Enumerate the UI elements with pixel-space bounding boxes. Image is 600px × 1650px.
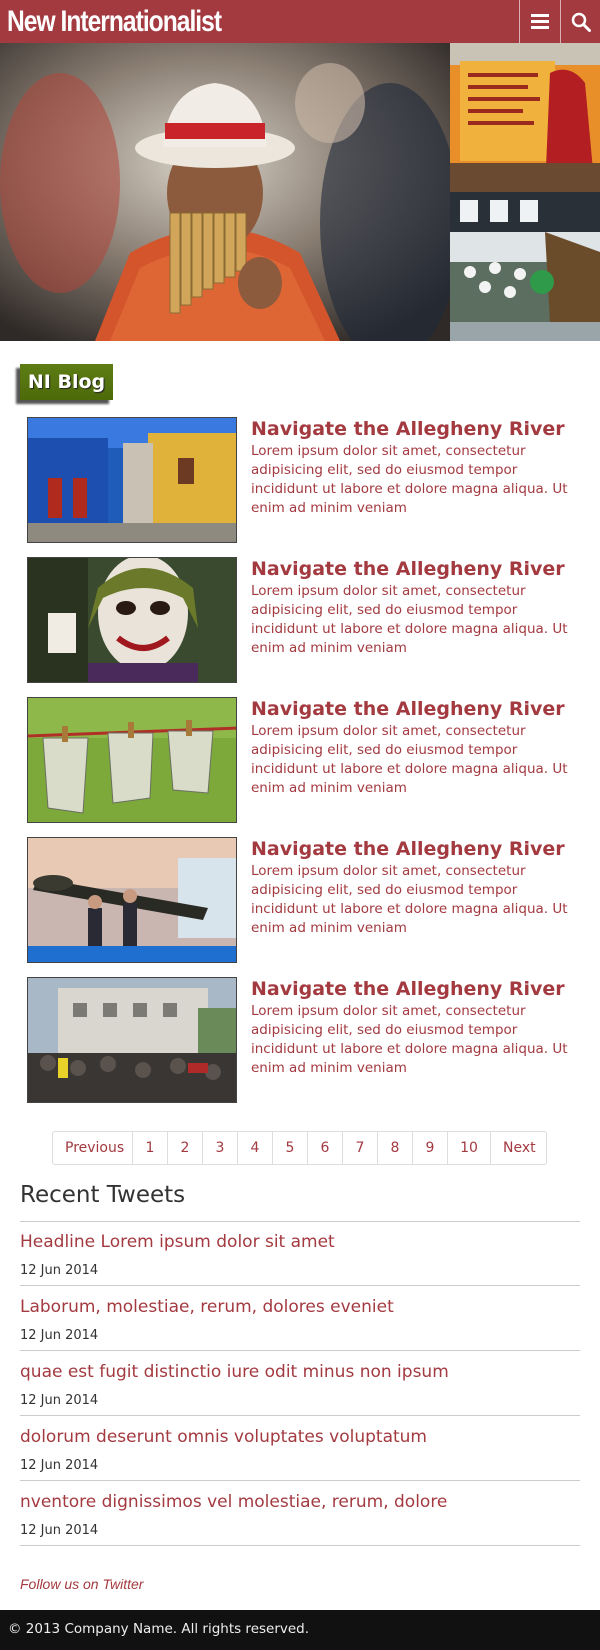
post-title[interactable]: Navigate the Allegheny River	[251, 838, 581, 860]
hero-side-image-top[interactable]	[450, 43, 600, 192]
blog-post[interactable]: Navigate the Allegheny River Lorem ipsum…	[27, 417, 577, 543]
hero-main-image[interactable]	[0, 43, 450, 341]
pagination: Previous 1 2 3 4 5 6 7 8 9 10 Next	[52, 1131, 547, 1165]
blog-post[interactable]: Navigate the Allegheny River Lorem ipsum…	[27, 977, 577, 1103]
menu-button[interactable]	[519, 0, 559, 43]
post-thumbnail[interactable]	[27, 977, 237, 1103]
site-header: New Internationalist	[0, 0, 600, 43]
copyright-text: © 2013 Company Name. All rights reserved…	[8, 1621, 310, 1637]
post-excerpt: Lorem ipsum dolor sit amet, consectetur …	[251, 583, 568, 656]
post-thumbnail[interactable]	[27, 417, 237, 543]
post-excerpt: Lorem ipsum dolor sit amet, consectetur …	[251, 863, 568, 936]
tweet-item: Headline Lorem ipsum dolor sit amet 12 J…	[20, 1222, 580, 1286]
tweet-date: 12 Jun 2014	[20, 1263, 99, 1278]
blog-badge: NI Blog	[16, 364, 113, 404]
tweet-link[interactable]: Laborum, molestiae, rerum, dolores eveni…	[20, 1297, 394, 1317]
post-title[interactable]: Navigate the Allegheny River	[251, 698, 581, 720]
pagination-page[interactable]: 6	[308, 1132, 343, 1164]
post-excerpt: Lorem ipsum dolor sit amet, consectetur …	[251, 443, 568, 516]
blog-post[interactable]: Navigate the Allegheny River Lorem ipsum…	[27, 697, 577, 823]
tweet-link[interactable]: Headline Lorem ipsum dolor sit amet	[20, 1232, 335, 1252]
pagination-previous[interactable]: Previous	[53, 1132, 133, 1164]
search-icon	[571, 12, 591, 32]
tweet-date: 12 Jun 2014	[20, 1458, 99, 1473]
menu-icon	[530, 14, 549, 29]
site-logo[interactable]: New Internationalist	[7, 2, 222, 42]
post-title[interactable]: Navigate the Allegheny River	[251, 558, 581, 580]
hero-side-image-bottom[interactable]	[450, 192, 600, 341]
blog-badge-label: NI Blog	[20, 364, 113, 400]
tweet-link[interactable]: dolorum deserunt omnis voluptates volupt…	[20, 1427, 427, 1447]
pagination-page[interactable]: 7	[343, 1132, 378, 1164]
tweet-item: dolorum deserunt omnis voluptates volupt…	[20, 1417, 580, 1481]
follow-twitter-link[interactable]: Follow us on Twitter	[20, 1576, 143, 1592]
tweet-link[interactable]: nventore dignissimos vel molestiae, reru…	[20, 1492, 447, 1512]
blog-post[interactable]: Navigate the Allegheny River Lorem ipsum…	[27, 837, 577, 963]
tweet-date: 12 Jun 2014	[20, 1328, 99, 1343]
post-title[interactable]: Navigate the Allegheny River	[251, 418, 581, 440]
pagination-page[interactable]: 4	[238, 1132, 273, 1164]
pagination-page[interactable]: 2	[168, 1132, 203, 1164]
search-button[interactable]	[560, 0, 600, 43]
blog-post[interactable]: Navigate the Allegheny River Lorem ipsum…	[27, 557, 577, 683]
hero-gallery	[0, 43, 600, 341]
pagination-next[interactable]: Next	[491, 1132, 546, 1164]
tweet-link[interactable]: quae est fugit distinctio iure odit minu…	[20, 1362, 449, 1382]
post-title[interactable]: Navigate the Allegheny River	[251, 978, 581, 1000]
tweet-item: nventore dignissimos vel molestiae, reru…	[20, 1482, 580, 1546]
pagination-page[interactable]: 10	[448, 1132, 491, 1164]
site-footer: © 2013 Company Name. All rights reserved…	[0, 1610, 600, 1650]
post-thumbnail[interactable]	[27, 697, 237, 823]
post-excerpt: Lorem ipsum dolor sit amet, consectetur …	[251, 723, 568, 796]
post-thumbnail[interactable]	[27, 837, 237, 963]
pagination-page[interactable]: 3	[203, 1132, 238, 1164]
tweet-item: quae est fugit distinctio iure odit minu…	[20, 1352, 580, 1416]
post-thumbnail[interactable]	[27, 557, 237, 683]
post-excerpt: Lorem ipsum dolor sit amet, consectetur …	[251, 1003, 568, 1076]
tweets-heading: Recent Tweets	[20, 1182, 186, 1208]
tweet-date: 12 Jun 2014	[20, 1523, 99, 1538]
pagination-page[interactable]: 1	[133, 1132, 168, 1164]
pagination-page[interactable]: 8	[378, 1132, 413, 1164]
tweet-date: 12 Jun 2014	[20, 1393, 99, 1408]
tweet-item: Laborum, molestiae, rerum, dolores eveni…	[20, 1287, 580, 1351]
pagination-page[interactable]: 5	[273, 1132, 308, 1164]
pagination-page[interactable]: 9	[413, 1132, 448, 1164]
